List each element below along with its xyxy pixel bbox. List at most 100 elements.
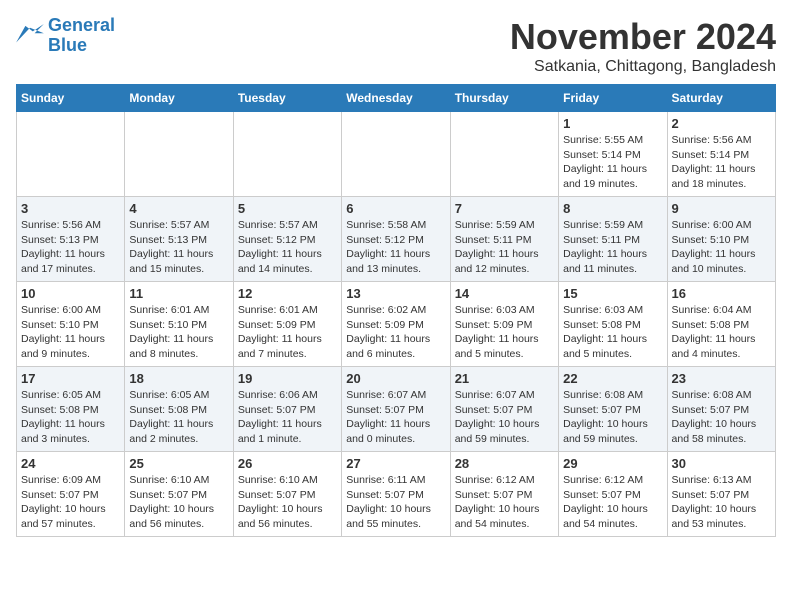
day-number: 9	[672, 201, 771, 216]
calendar-cell: 3 Sunrise: 5:56 AMSunset: 5:13 PMDaylight…	[17, 197, 125, 282]
day-number: 13	[346, 286, 445, 301]
calendar-cell: 14 Sunrise: 6:03 AMSunset: 5:09 PMDayligh…	[450, 282, 558, 367]
weekday-header: Monday	[125, 85, 233, 112]
day-info: Sunrise: 5:56 AMSunset: 5:14 PMDaylight:…	[672, 133, 771, 192]
day-info: Sunrise: 5:57 AMSunset: 5:13 PMDaylight:…	[129, 218, 228, 277]
day-number: 6	[346, 201, 445, 216]
weekday-header: Tuesday	[233, 85, 341, 112]
calendar-cell: 13 Sunrise: 6:02 AMSunset: 5:09 PMDayligh…	[342, 282, 450, 367]
day-info: Sunrise: 6:11 AMSunset: 5:07 PMDaylight:…	[346, 473, 445, 532]
day-number: 16	[672, 286, 771, 301]
calendar-cell	[125, 112, 233, 197]
calendar-cell: 6 Sunrise: 5:58 AMSunset: 5:12 PMDaylight…	[342, 197, 450, 282]
calendar-cell: 27 Sunrise: 6:11 AMSunset: 5:07 PMDayligh…	[342, 452, 450, 537]
day-info: Sunrise: 5:56 AMSunset: 5:13 PMDaylight:…	[21, 218, 120, 277]
logo-text: General Blue	[48, 16, 115, 56]
day-info: Sunrise: 6:10 AMSunset: 5:07 PMDaylight:…	[129, 473, 228, 532]
calendar-cell: 29Sunrise: 6:12 AMSunset: 5:07 PMDayligh…	[559, 452, 667, 537]
day-number: 30	[672, 456, 771, 471]
day-number: 5	[238, 201, 337, 216]
day-number: 8	[563, 201, 662, 216]
calendar-table: SundayMondayTuesdayWednesdayThursdayFrid…	[16, 84, 776, 537]
day-number: 4	[129, 201, 228, 216]
day-number: 12	[238, 286, 337, 301]
page-header: General Blue November 2024 Satkania, Chi…	[16, 16, 776, 76]
calendar-cell: 23Sunrise: 6:08 AMSunset: 5:07 PMDayligh…	[667, 367, 775, 452]
day-info: Sunrise: 6:02 AMSunset: 5:09 PMDaylight:…	[346, 303, 445, 362]
calendar-cell: 9 Sunrise: 6:00 AMSunset: 5:10 PMDaylight…	[667, 197, 775, 282]
title-section: November 2024 Satkania, Chittagong, Bang…	[510, 16, 776, 76]
day-info: Sunrise: 6:13 AMSunset: 5:07 PMDaylight:…	[672, 473, 771, 532]
day-number: 14	[455, 286, 554, 301]
day-info: Sunrise: 5:57 AMSunset: 5:12 PMDaylight:…	[238, 218, 337, 277]
day-info: Sunrise: 6:03 AMSunset: 5:09 PMDaylight:…	[455, 303, 554, 362]
calendar-cell: 1Sunrise: 5:55 AMSunset: 5:14 PMDaylight…	[559, 112, 667, 197]
calendar-cell	[17, 112, 125, 197]
location-title: Satkania, Chittagong, Bangladesh	[510, 58, 776, 76]
calendar-cell: 22Sunrise: 6:08 AMSunset: 5:07 PMDayligh…	[559, 367, 667, 452]
calendar-cell: 2 Sunrise: 5:56 AMSunset: 5:14 PMDaylight…	[667, 112, 775, 197]
day-info: Sunrise: 5:58 AMSunset: 5:12 PMDaylight:…	[346, 218, 445, 277]
day-info: Sunrise: 5:55 AMSunset: 5:14 PMDaylight:…	[563, 133, 662, 192]
day-number: 20	[346, 371, 445, 386]
calendar-cell: 25 Sunrise: 6:10 AMSunset: 5:07 PMDayligh…	[125, 452, 233, 537]
calendar-cell: 8 Sunrise: 5:59 AMSunset: 5:11 PMDaylight…	[559, 197, 667, 282]
day-number: 27	[346, 456, 445, 471]
calendar-cell: 10Sunrise: 6:00 AMSunset: 5:10 PMDayligh…	[17, 282, 125, 367]
day-info: Sunrise: 6:05 AMSunset: 5:08 PMDaylight:…	[129, 388, 228, 447]
calendar-cell: 15 Sunrise: 6:03 AMSunset: 5:08 PMDayligh…	[559, 282, 667, 367]
day-number: 11	[129, 286, 228, 301]
calendar-cell: 19 Sunrise: 6:06 AMSunset: 5:07 PMDayligh…	[233, 367, 341, 452]
day-info: Sunrise: 6:00 AMSunset: 5:10 PMDaylight:…	[21, 303, 120, 362]
calendar-cell: 5 Sunrise: 5:57 AMSunset: 5:12 PMDaylight…	[233, 197, 341, 282]
calendar-cell: 24Sunrise: 6:09 AMSunset: 5:07 PMDayligh…	[17, 452, 125, 537]
day-info: Sunrise: 6:07 AMSunset: 5:07 PMDaylight:…	[346, 388, 445, 447]
weekday-header: Wednesday	[342, 85, 450, 112]
calendar-cell: 4 Sunrise: 5:57 AMSunset: 5:13 PMDaylight…	[125, 197, 233, 282]
weekday-header: Thursday	[450, 85, 558, 112]
logo-icon	[16, 24, 44, 48]
logo: General Blue	[16, 16, 115, 56]
day-info: Sunrise: 6:01 AMSunset: 5:10 PMDaylight:…	[129, 303, 228, 362]
day-info: Sunrise: 6:06 AMSunset: 5:07 PMDaylight:…	[238, 388, 337, 447]
day-number: 18	[129, 371, 228, 386]
calendar-cell: 11 Sunrise: 6:01 AMSunset: 5:10 PMDayligh…	[125, 282, 233, 367]
calendar-cell: 17Sunrise: 6:05 AMSunset: 5:08 PMDayligh…	[17, 367, 125, 452]
calendar-cell: 16Sunrise: 6:04 AMSunset: 5:08 PMDayligh…	[667, 282, 775, 367]
day-number: 7	[455, 201, 554, 216]
day-info: Sunrise: 6:12 AMSunset: 5:07 PMDaylight:…	[455, 473, 554, 532]
day-number: 15	[563, 286, 662, 301]
weekday-header: Sunday	[17, 85, 125, 112]
calendar-week-row: 3 Sunrise: 5:56 AMSunset: 5:13 PMDaylight…	[17, 197, 776, 282]
calendar-cell: 21Sunrise: 6:07 AMSunset: 5:07 PMDayligh…	[450, 367, 558, 452]
day-number: 26	[238, 456, 337, 471]
day-number: 28	[455, 456, 554, 471]
calendar-cell: 12Sunrise: 6:01 AMSunset: 5:09 PMDayligh…	[233, 282, 341, 367]
day-number: 2	[672, 116, 771, 131]
weekday-header: Saturday	[667, 85, 775, 112]
day-info: Sunrise: 6:10 AMSunset: 5:07 PMDaylight:…	[238, 473, 337, 532]
calendar-cell: 28 Sunrise: 6:12 AMSunset: 5:07 PMDayligh…	[450, 452, 558, 537]
logo-line1: General	[48, 15, 115, 35]
calendar-week-row: 10Sunrise: 6:00 AMSunset: 5:10 PMDayligh…	[17, 282, 776, 367]
day-info: Sunrise: 6:05 AMSunset: 5:08 PMDaylight:…	[21, 388, 120, 447]
day-info: Sunrise: 6:03 AMSunset: 5:08 PMDaylight:…	[563, 303, 662, 362]
logo-line2: Blue	[48, 35, 87, 55]
day-info: Sunrise: 6:09 AMSunset: 5:07 PMDaylight:…	[21, 473, 120, 532]
calendar-cell	[450, 112, 558, 197]
calendar-cell	[342, 112, 450, 197]
day-number: 19	[238, 371, 337, 386]
calendar-header: SundayMondayTuesdayWednesdayThursdayFrid…	[17, 85, 776, 112]
day-info: Sunrise: 5:59 AMSunset: 5:11 PMDaylight:…	[563, 218, 662, 277]
weekday-header: Friday	[559, 85, 667, 112]
calendar-cell	[233, 112, 341, 197]
calendar-body: 1Sunrise: 5:55 AMSunset: 5:14 PMDaylight…	[17, 112, 776, 537]
calendar-cell: 30 Sunrise: 6:13 AMSunset: 5:07 PMDayligh…	[667, 452, 775, 537]
day-info: Sunrise: 6:00 AMSunset: 5:10 PMDaylight:…	[672, 218, 771, 277]
day-number: 25	[129, 456, 228, 471]
day-info: Sunrise: 5:59 AMSunset: 5:11 PMDaylight:…	[455, 218, 554, 277]
day-number: 3	[21, 201, 120, 216]
calendar-cell: 26 Sunrise: 6:10 AMSunset: 5:07 PMDayligh…	[233, 452, 341, 537]
day-info: Sunrise: 6:12 AMSunset: 5:07 PMDaylight:…	[563, 473, 662, 532]
calendar-cell: 20 Sunrise: 6:07 AMSunset: 5:07 PMDayligh…	[342, 367, 450, 452]
